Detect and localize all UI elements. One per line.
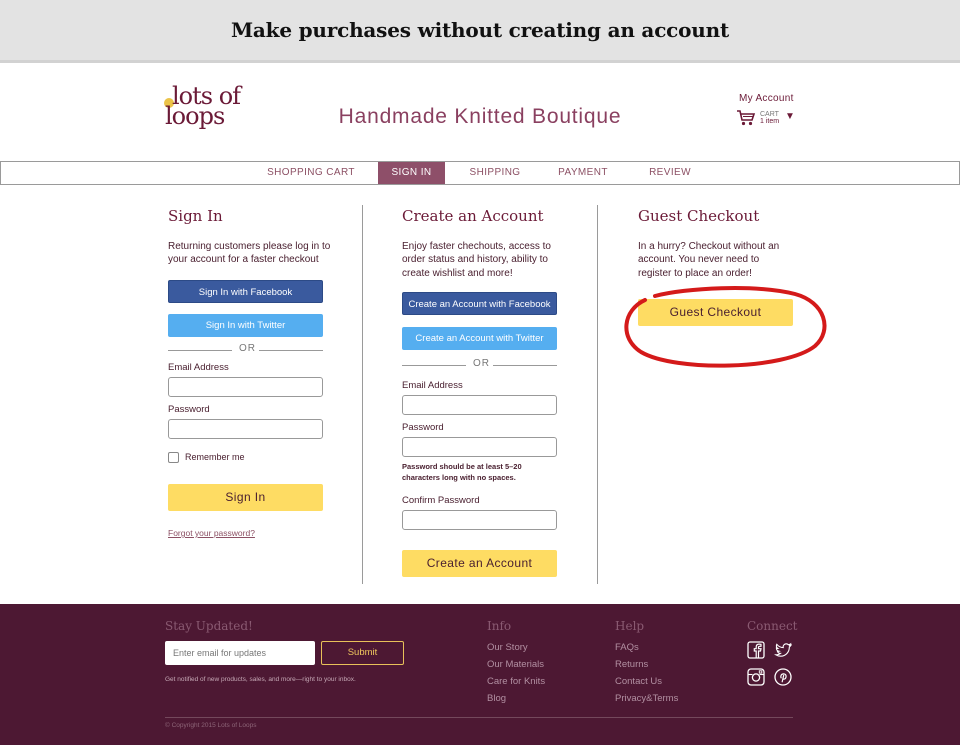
- or-separator: OR: [402, 358, 557, 372]
- site-logo[interactable]: lots of loops: [164, 84, 244, 136]
- cart-icon: [737, 110, 756, 126]
- step-sign-in[interactable]: SIGN IN: [378, 162, 445, 184]
- footer-link-care-for-knits[interactable]: Care for Knits: [487, 676, 545, 687]
- column-divider: [362, 205, 363, 584]
- confirm-password-field[interactable]: [402, 510, 557, 530]
- guest-checkout-description: In a hurry? Checkout without an account.…: [638, 241, 780, 279]
- highlight-circle-annotation: [624, 286, 827, 368]
- email-label: Email Address: [168, 362, 229, 373]
- banner-title: Make purchases without creating an accou…: [230, 18, 730, 42]
- site-title: Handmade Knitted Boutique: [338, 105, 622, 128]
- create-account-description: Enjoy faster chechouts, access to order …: [402, 241, 551, 279]
- footer-stay-updated-title: Stay Updated!: [165, 619, 253, 633]
- signin-facebook-button[interactable]: Sign In with Facebook: [168, 280, 323, 303]
- signin-description: Returning customers please log in to you…: [168, 241, 331, 266]
- newsletter-submit-button[interactable]: Submit: [321, 641, 404, 665]
- footer-link-blog[interactable]: Blog: [487, 693, 506, 704]
- column-divider: [597, 205, 598, 584]
- remember-me-checkbox[interactable]: [168, 452, 179, 463]
- signin-password-field[interactable]: [168, 419, 323, 439]
- footer-divider: [165, 717, 793, 718]
- top-banner: Make purchases without creating an accou…: [0, 0, 960, 63]
- or-label: OR: [473, 358, 490, 369]
- my-account-link[interactable]: My Account: [739, 93, 794, 104]
- facebook-icon[interactable]: [747, 641, 765, 659]
- newsletter-note: Get notified of new products, sales, and…: [165, 676, 356, 683]
- create-twitter-button[interactable]: Create an Account with Twitter: [402, 327, 557, 350]
- chevron-down-icon[interactable]: ▼: [785, 112, 795, 122]
- footer-link-our-materials[interactable]: Our Materials: [487, 659, 544, 670]
- password-hint: Password should be at least 5–20 charact…: [402, 462, 522, 482]
- signin-twitter-button[interactable]: Sign In with Twitter: [168, 314, 323, 337]
- pinterest-icon[interactable]: [774, 668, 792, 686]
- step-shipping[interactable]: SHIPPING: [463, 162, 527, 184]
- remember-me-label: Remember me: [185, 452, 245, 462]
- logo-text-bottom: loops: [165, 102, 225, 130]
- twitter-icon[interactable]: [774, 641, 792, 659]
- or-line: [168, 350, 232, 351]
- step-payment[interactable]: PAYMENT: [549, 162, 617, 184]
- signin-button[interactable]: Sign In: [168, 484, 323, 511]
- footer-link-faqs[interactable]: FAQs: [615, 642, 639, 653]
- footer-connect-title: Connect: [747, 619, 798, 633]
- step-review[interactable]: REVIEW: [641, 162, 699, 184]
- create-facebook-button[interactable]: Create an Account with Facebook: [402, 292, 557, 315]
- signin-email-field[interactable]: [168, 377, 323, 397]
- cart-label: CART: [760, 111, 779, 118]
- or-line: [259, 350, 323, 351]
- cart-widget[interactable]: CART 1 item ▼: [736, 110, 796, 128]
- forgot-password-link[interactable]: Forgot your password?: [168, 528, 255, 538]
- footer-link-our-story[interactable]: Our Story: [487, 642, 528, 653]
- footer-link-privacy-terms[interactable]: Privacy&Terms: [615, 693, 678, 704]
- footer-info-title: Info: [487, 619, 512, 633]
- password-label: Password: [402, 422, 444, 433]
- footer-link-returns[interactable]: Returns: [615, 659, 648, 670]
- or-line: [493, 365, 557, 366]
- copyright-text: © Copyright 2015 Lots of Loops: [165, 722, 257, 729]
- password-label: Password: [168, 404, 210, 415]
- instagram-icon[interactable]: [747, 668, 765, 686]
- guest-checkout-title: Guest Checkout: [638, 207, 760, 225]
- or-line: [402, 365, 466, 366]
- checkout-steps: SHOPPING CART SIGN IN SHIPPING PAYMENT R…: [0, 161, 960, 185]
- or-separator: OR: [168, 343, 323, 357]
- email-label: Email Address: [402, 380, 463, 391]
- footer-help-title: Help: [615, 619, 645, 633]
- create-email-field[interactable]: [402, 395, 557, 415]
- create-account-title: Create an Account: [402, 207, 544, 225]
- create-password-field[interactable]: [402, 437, 557, 457]
- create-account-button[interactable]: Create an Account: [402, 550, 557, 577]
- footer-link-contact-us[interactable]: Contact Us: [615, 676, 662, 687]
- cart-item-count: 1 item: [760, 118, 780, 125]
- step-shopping-cart[interactable]: SHOPPING CART: [258, 162, 364, 184]
- confirm-password-label: Confirm Password: [402, 495, 480, 506]
- signin-title: Sign In: [168, 207, 223, 225]
- site-footer: Stay Updated! Enter email for updates Su…: [0, 604, 960, 745]
- guest-checkout-button[interactable]: Guest Checkout: [638, 299, 793, 326]
- newsletter-email-input[interactable]: Enter email for updates: [165, 641, 315, 665]
- or-label: OR: [239, 343, 256, 354]
